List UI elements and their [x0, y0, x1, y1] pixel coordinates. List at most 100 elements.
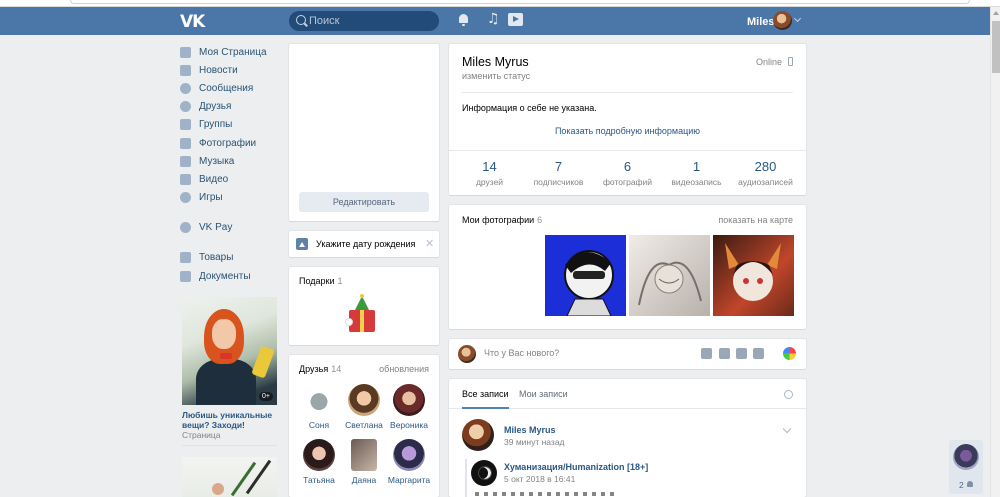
header-avatar[interactable]: [773, 11, 792, 30]
friends-updates-link[interactable]: обновления: [379, 364, 429, 374]
page-scrollbar[interactable]: [990, 7, 1000, 497]
menu-item-video[interactable]: Видео: [180, 170, 280, 188]
menu-item-news[interactable]: Новости: [180, 61, 280, 79]
show-on-map-link[interactable]: показать на карте: [718, 215, 793, 225]
change-status-link[interactable]: изменить статус: [462, 71, 530, 81]
header-user-name[interactable]: Miles: [747, 16, 775, 28]
friends-header[interactable]: Друзья 14: [299, 364, 341, 374]
menu-item-label: Музыка: [199, 155, 235, 167]
attach-text-icon[interactable]: [753, 348, 764, 359]
friend-item[interactable]: Соня: [296, 384, 342, 430]
stat-label: друзей: [475, 177, 504, 187]
menu-item-label: VK Pay: [199, 222, 233, 234]
chat-widget[interactable]: 2: [949, 440, 983, 494]
close-icon[interactable]: ✕: [425, 237, 434, 250]
ad-image-second[interactable]: [182, 457, 277, 497]
divider: [449, 150, 806, 151]
post-author-avatar[interactable]: [462, 419, 494, 451]
photo-thumbnail[interactable]: [629, 235, 710, 316]
home-icon: [180, 46, 191, 58]
friend-name: Соня: [308, 420, 330, 430]
profile-stats: 14 друзей 7 подписчиков 6 фотографий 1 видео…: [449, 159, 806, 187]
post-author-name[interactable]: Miles Myrus: [504, 425, 556, 435]
scroll-up-arrow-icon[interactable]: [993, 11, 999, 15]
menu-item-label: Документы: [199, 270, 251, 282]
friend-item[interactable]: Татьяна: [296, 439, 342, 485]
menu-item-messages[interactable]: Сообщения: [180, 79, 280, 97]
attach-music-icon[interactable]: [736, 348, 747, 359]
composer-placeholder[interactable]: Что у Вас нового?: [484, 348, 559, 358]
menu-item-goods[interactable]: Товары: [180, 249, 280, 267]
menu-item-my-page[interactable]: Моя Страница: [180, 43, 280, 61]
stat-number: 280: [754, 159, 777, 174]
menu-item-documents[interactable]: Документы: [180, 267, 280, 285]
gifts-header[interactable]: Подарки 1: [299, 276, 343, 286]
gamepad-icon: [180, 192, 191, 204]
menu-item-vkpay[interactable]: VK Pay: [180, 219, 280, 237]
scrollbar-thumb[interactable]: [992, 21, 1000, 73]
friend-item[interactable]: Маргарита: [386, 439, 432, 485]
ad-image[interactable]: 0+: [182, 297, 277, 405]
stat-videos[interactable]: 1 видеозапись: [667, 159, 727, 187]
search-box[interactable]: [289, 11, 439, 31]
repost-group-name[interactable]: Хуманизация/Humanization [18+]: [504, 462, 648, 472]
search-icon[interactable]: [784, 390, 793, 399]
news-icon: [180, 64, 191, 76]
search-input[interactable]: [309, 13, 429, 29]
friend-name: Даяна: [351, 475, 377, 485]
friend-avatar: [351, 439, 377, 471]
friend-item[interactable]: Даяна: [341, 439, 387, 485]
stat-audios[interactable]: 280 аудиозаписей: [736, 159, 796, 187]
repost-group-avatar[interactable]: [471, 460, 497, 486]
friend-name: Маргарита: [387, 475, 431, 485]
profile-info-text: Информация о себе не указана.: [462, 103, 597, 113]
music-note-icon[interactable]: ♫: [487, 11, 500, 27]
groups-icon: [180, 119, 191, 131]
photo-thumbnail[interactable]: [545, 235, 626, 316]
menu-item-label: Сообщения: [199, 82, 254, 94]
stat-number: 14: [482, 159, 497, 174]
attach-photo-icon[interactable]: [701, 348, 712, 359]
stat-followers[interactable]: 7 подписчиков: [529, 159, 589, 187]
menu-item-games[interactable]: Игры: [180, 189, 280, 207]
stat-photos[interactable]: 6 фотографий: [598, 159, 658, 187]
bell-icon[interactable]: [458, 14, 469, 26]
post-timestamp[interactable]: 39 минут назад: [504, 437, 565, 447]
photo-thumbnail[interactable]: [713, 235, 794, 316]
chevron-down-icon[interactable]: [793, 14, 802, 23]
show-more-info-link[interactable]: Показать подробную информацию: [449, 126, 806, 136]
friend-item[interactable]: Светлана: [341, 384, 387, 430]
stat-number: 7: [554, 159, 563, 174]
photos-header[interactable]: Мои фотографии 6: [462, 215, 542, 225]
menu-separator: [180, 207, 280, 219]
browser-tab-edge: [70, 0, 970, 4]
menu-item-label: Игры: [199, 192, 223, 204]
menu-item-label: Фотографии: [199, 137, 257, 149]
friend-avatar: [393, 384, 425, 416]
stat-friends[interactable]: 14 друзей: [460, 159, 520, 187]
menu-item-photos[interactable]: Фотографии: [180, 134, 280, 152]
post-color-icon[interactable]: [783, 347, 796, 360]
birthday-prompt[interactable]: Укажите дату рождения ✕: [289, 231, 439, 257]
menu-item-label: Новости: [199, 64, 238, 76]
ad2-head: [212, 483, 224, 495]
edit-profile-button[interactable]: Редактировать: [299, 192, 429, 212]
chevron-down-icon[interactable]: [782, 424, 792, 434]
tab-my-posts[interactable]: Мои записи: [519, 389, 568, 399]
menu-item-music[interactable]: Музыка: [180, 152, 280, 170]
chat-widget-avatar[interactable]: [953, 444, 979, 470]
friend-name: Вероника: [390, 420, 428, 430]
tab-all-posts[interactable]: Все записи: [462, 389, 509, 409]
friend-item[interactable]: Вероника: [386, 384, 432, 430]
avatar-card: Редактировать: [289, 44, 439, 221]
repost-timestamp[interactable]: 5 окт 2018 в 16:41: [504, 474, 575, 484]
vk-logo[interactable]: VK: [180, 12, 205, 32]
ad-title[interactable]: Любишь уникальные вещи? Заходи!: [182, 410, 282, 430]
menu-item-friends[interactable]: Друзья: [180, 98, 280, 116]
menu-item-groups[interactable]: Группы: [180, 116, 280, 134]
play-icon[interactable]: [508, 13, 523, 26]
gift-image[interactable]: [343, 294, 381, 336]
post-composer[interactable]: Что у Вас нового?: [449, 339, 806, 369]
video-icon: [180, 173, 191, 185]
attach-video-icon[interactable]: [719, 348, 730, 359]
